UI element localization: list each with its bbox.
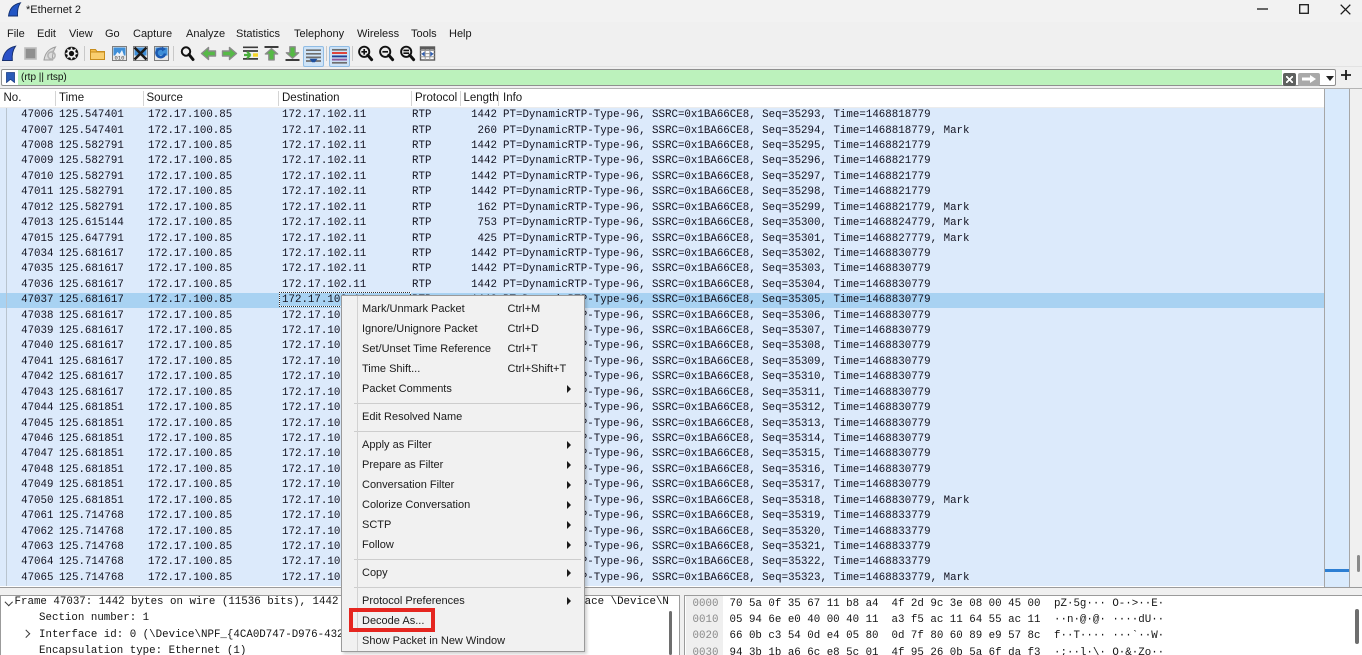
svg-text:010: 010 — [115, 55, 125, 62]
